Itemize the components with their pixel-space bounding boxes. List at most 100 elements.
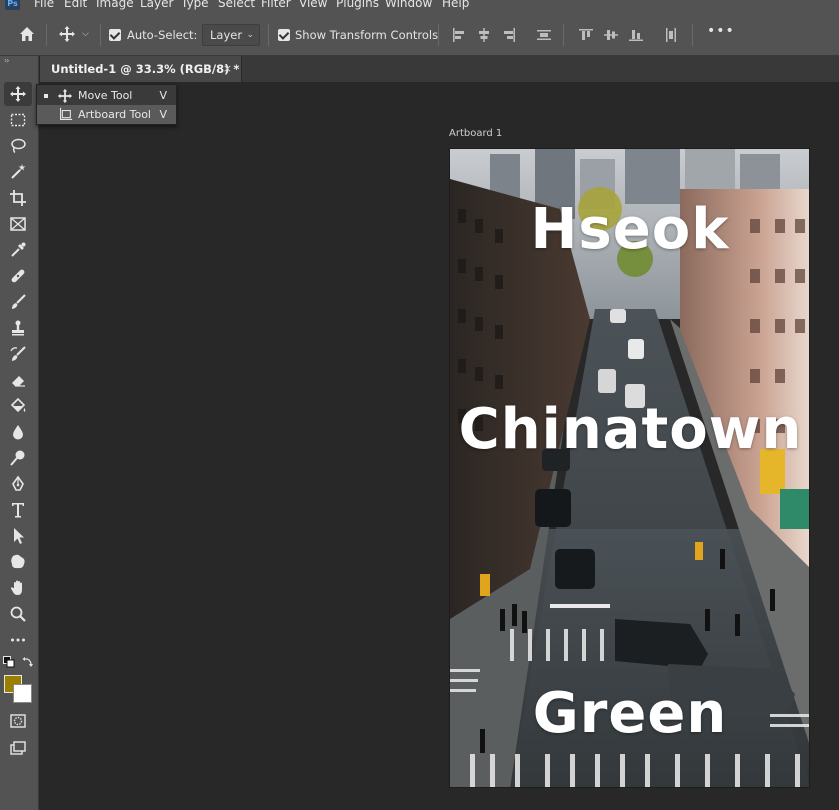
artboard-text-hseok[interactable]: Hseok <box>505 197 755 262</box>
flyout-item-move-tool[interactable]: Move Tool V <box>37 86 176 105</box>
arrow-pointer-icon <box>14 528 24 544</box>
menu-edit[interactable]: Edit <box>64 0 87 10</box>
eraser-tool[interactable] <box>4 368 32 392</box>
show-transform-controls-label: Show Transform Controls <box>295 28 439 42</box>
document-tab-title: Untitled-1 @ 33.3% (RGB/8) * <box>51 62 240 76</box>
rectangular-marquee-icon <box>10 113 26 127</box>
hand-tool[interactable] <box>4 576 32 600</box>
magnifier-icon <box>10 606 26 622</box>
stamp-icon <box>12 320 24 336</box>
auto-select-checkbox[interactable]: Auto-Select: <box>109 28 197 42</box>
tool-preset-picker[interactable]: ⌵ <box>58 25 89 43</box>
lasso-tool[interactable] <box>4 134 32 158</box>
type-tool[interactable] <box>4 498 32 522</box>
selected-indicator-icon <box>44 94 48 98</box>
align-left-edges-icon[interactable] <box>451 27 467 43</box>
frame-tool[interactable] <box>4 212 32 236</box>
flyout-item-artboard-tool[interactable]: Artboard Tool V <box>37 105 176 124</box>
shape-tool[interactable] <box>4 550 32 574</box>
background-color-swatch[interactable] <box>13 684 32 703</box>
brush-tool[interactable] <box>4 290 32 314</box>
close-icon[interactable]: × <box>223 56 232 82</box>
align-right-edges-icon[interactable] <box>501 27 517 43</box>
path-selection-tool[interactable] <box>4 524 32 548</box>
move-tool[interactable] <box>4 82 32 106</box>
menu-layer[interactable]: Layer <box>140 0 173 10</box>
dodge-icon <box>10 450 25 466</box>
menu-bar: Ps File Edit Image Layer Type Select Fil… <box>0 0 839 11</box>
crop-tool[interactable] <box>4 186 32 210</box>
lasso-icon <box>11 138 26 154</box>
menu-type[interactable]: Type <box>181 0 209 10</box>
menu-file[interactable]: File <box>34 0 54 10</box>
checkbox-checked-icon <box>278 29 290 41</box>
swap-colors-icon[interactable] <box>22 656 34 668</box>
show-transform-controls-checkbox[interactable]: Show Transform Controls <box>278 28 438 42</box>
blur-tool[interactable] <box>4 420 32 444</box>
more-options-button[interactable]: ••• <box>707 23 735 39</box>
history-brush-icon <box>10 346 26 361</box>
menu-filter[interactable]: Filter <box>261 0 291 10</box>
default-colors-icon[interactable] <box>3 656 15 668</box>
auto-select-target-value: Layer <box>210 28 243 42</box>
screen-mode-button[interactable] <box>4 736 32 760</box>
drop-icon <box>13 425 23 440</box>
move-tool-flyout-menu: Move Tool V Artboard Tool V <box>36 84 177 125</box>
photoshop-logo-icon: Ps <box>5 0 20 10</box>
menu-help[interactable]: Help <box>442 0 469 10</box>
edit-toolbar-button[interactable] <box>4 628 32 652</box>
eraser-icon <box>12 376 25 387</box>
menu-window[interactable]: Window <box>385 0 432 10</box>
paint-bucket-tool[interactable] <box>4 394 32 418</box>
quick-mask-icon <box>10 714 26 728</box>
align-vertical-centers-icon[interactable] <box>603 27 619 43</box>
flyout-item-label: Artboard Tool <box>78 108 151 121</box>
move-icon <box>59 26 75 42</box>
auto-select-target-dropdown[interactable]: Layer ⌄ <box>202 24 260 46</box>
artboard-text-green[interactable]: Green <box>480 681 780 746</box>
menu-select[interactable]: Select <box>218 0 255 10</box>
healing-brush-tool[interactable] <box>4 264 32 288</box>
panel-grip-icon[interactable]: ›› <box>4 56 10 65</box>
screen-mode-icon <box>10 741 26 755</box>
eyedropper-tool[interactable] <box>4 238 32 262</box>
auto-select-label: Auto-Select: <box>127 28 198 42</box>
dodge-tool[interactable] <box>4 446 32 470</box>
custom-shape-icon <box>11 554 25 569</box>
align-top-edges-icon[interactable] <box>578 27 594 43</box>
artboard-label[interactable]: Artboard 1 <box>449 128 502 139</box>
marquee-tool[interactable] <box>4 108 32 132</box>
chevron-down-icon: ⌄ <box>246 30 254 40</box>
artboard-icon <box>60 107 73 120</box>
pen-icon <box>12 475 24 491</box>
eyedropper-icon <box>11 242 26 257</box>
bandage-icon <box>11 269 25 283</box>
flyout-item-shortcut: V <box>159 108 167 121</box>
crop-icon <box>10 190 26 206</box>
magic-wand-tool[interactable] <box>4 160 32 184</box>
artboard-text-chinatown[interactable]: Chinatown <box>450 397 809 462</box>
distribute-horizontal-icon[interactable] <box>663 27 679 43</box>
photoshop-window: Ps File Edit Image Layer Type Select Fil… <box>0 0 839 810</box>
clone-stamp-tool[interactable] <box>4 316 32 340</box>
distribute-vertical-icon[interactable] <box>536 27 552 43</box>
brush-icon <box>12 294 26 309</box>
history-brush-tool[interactable] <box>4 342 32 366</box>
quick-mask-button[interactable] <box>4 708 32 734</box>
document-tab-bar: Untitled-1 @ 33.3% (RGB/8) * × <box>40 56 839 82</box>
align-horizontal-centers-icon[interactable] <box>476 27 492 43</box>
move-icon <box>10 86 26 102</box>
pen-tool[interactable] <box>4 472 32 496</box>
menu-plugins[interactable]: Plugins <box>336 0 379 10</box>
frame-icon <box>10 217 26 231</box>
zoom-tool[interactable] <box>4 602 32 626</box>
checkbox-checked-icon <box>109 29 121 41</box>
document-tab[interactable]: Untitled-1 @ 33.3% (RGB/8) * × <box>40 56 242 82</box>
menu-image[interactable]: Image <box>96 0 134 10</box>
flyout-item-shortcut: V <box>159 89 167 102</box>
artboard[interactable]: Hseok Chinatown Green <box>449 148 810 788</box>
menu-view[interactable]: View <box>299 0 327 10</box>
home-button[interactable] <box>18 25 36 43</box>
align-bottom-edges-icon[interactable] <box>628 27 644 43</box>
flyout-item-label: Move Tool <box>78 89 133 102</box>
